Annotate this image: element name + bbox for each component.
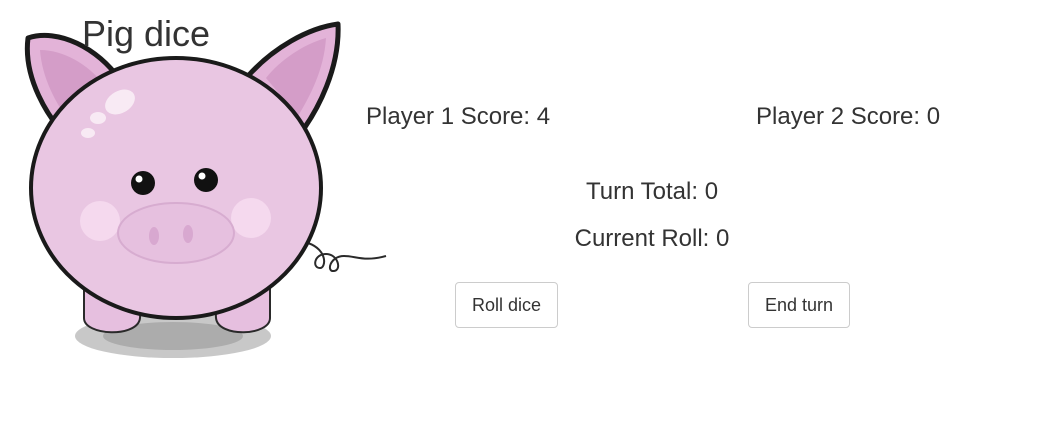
player-2-score-label: Player 2 Score: [756, 103, 921, 130]
pig-tail [307, 242, 387, 272]
player-1-score-value: 4 [536, 103, 551, 130]
player-2-score: Player 2 Score: 0 [756, 103, 940, 131]
pig-icon [24, 21, 387, 358]
page-title: Pig dice [82, 13, 211, 54]
turn-total: Turn Total: 0 [552, 178, 752, 206]
current-roll-value: 0 [716, 225, 730, 252]
pig-body [29, 56, 323, 320]
current-roll: Current Roll: 0 [552, 225, 752, 253]
end-turn-button[interactable]: End turn [748, 282, 850, 328]
turn-total-label: Turn Total: [585, 178, 699, 205]
roll-dice-button[interactable]: Roll dice [455, 282, 558, 328]
turn-total-value: 0 [704, 178, 719, 205]
pig-snout [117, 202, 235, 264]
player-2-score-value: 0 [926, 103, 941, 130]
current-roll-label: Current Roll: [574, 225, 710, 252]
player-1-score-label: Player 1 Score: [366, 103, 531, 130]
player-1-score: Player 1 Score: 4 [366, 103, 550, 131]
